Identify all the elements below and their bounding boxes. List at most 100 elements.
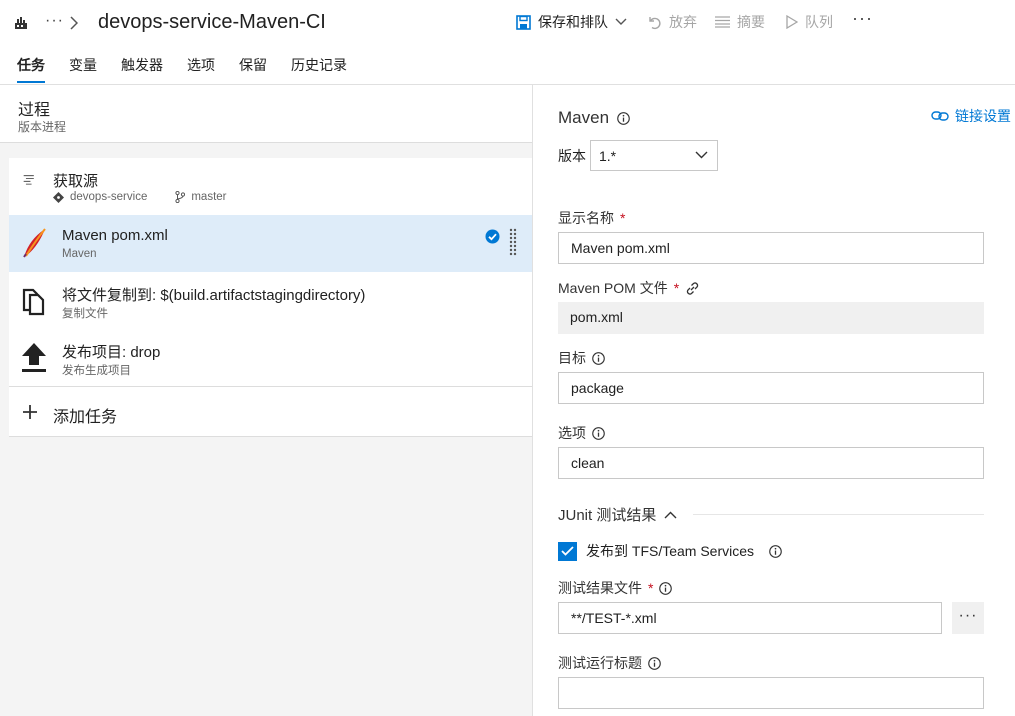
task-details-title: Maven bbox=[558, 108, 630, 128]
get-sources-item[interactable]: 获取源 devops-service master bbox=[9, 158, 532, 215]
check-circle-icon bbox=[485, 229, 500, 244]
add-task-label: 添加任务 bbox=[53, 409, 118, 426]
breadcrumb-more[interactable]: ··· bbox=[45, 12, 64, 30]
tab-tasks[interactable]: 任务 bbox=[17, 55, 45, 83]
version-value: 1.* bbox=[599, 148, 617, 164]
goals-input[interactable]: package bbox=[558, 372, 984, 404]
info-icon[interactable] bbox=[617, 111, 630, 125]
tab-history[interactable]: 历史记录 bbox=[291, 55, 347, 75]
process-header[interactable]: 过程 版本进程 bbox=[0, 85, 532, 143]
maven-feather-icon bbox=[23, 228, 46, 258]
pom-file-label-text: Maven POM 文件 bbox=[558, 280, 668, 296]
test-run-title-label: 测试运行标题 bbox=[558, 653, 661, 673]
task-pane: 过程 版本进程 获取源 devops-service master Maven … bbox=[0, 85, 533, 716]
task-copy-files[interactable]: 将文件复制到: $(build.artifactstagingdirectory… bbox=[9, 272, 532, 329]
repo-name: devops-service bbox=[70, 191, 148, 203]
task-name: 将文件复制到: $(build.artifactstagingdirectory… bbox=[62, 287, 366, 304]
repo-icon bbox=[53, 191, 64, 203]
version-select[interactable]: 1.* bbox=[590, 140, 718, 171]
publish-label: 发布到 TFS/Team Services bbox=[586, 543, 755, 559]
link-icon bbox=[931, 111, 949, 121]
pom-file-label: Maven POM 文件 * bbox=[558, 278, 700, 298]
task-details-pane: Maven 链接设置 版本 1.* 显示名称 * Maven pom.xml Ma… bbox=[534, 85, 1015, 716]
task-subtitle: 发布生成项目 bbox=[62, 365, 131, 377]
goals-label-text: 目标 bbox=[558, 350, 586, 366]
summary-label: 摘要 bbox=[737, 14, 765, 30]
queue-label: 队列 bbox=[805, 14, 833, 30]
get-sources-label: 获取源 bbox=[53, 173, 99, 190]
chevron-right-icon bbox=[70, 16, 78, 30]
info-icon[interactable] bbox=[659, 581, 673, 595]
options-label: 选项 bbox=[558, 423, 605, 443]
task-list: 获取源 devops-service master Maven pom.xml … bbox=[9, 158, 532, 437]
chevron-down-icon[interactable] bbox=[615, 18, 627, 26]
plus-icon bbox=[23, 405, 37, 419]
discard-label: 放弃 bbox=[669, 14, 697, 30]
source-meta: devops-service master bbox=[53, 191, 227, 203]
link-settings-button[interactable]: 链接设置 bbox=[931, 106, 1011, 126]
save-icon bbox=[516, 14, 531, 30]
test-results-files-label: 测试结果文件 * bbox=[558, 578, 673, 598]
undo-icon bbox=[649, 16, 661, 29]
add-task-button[interactable]: 添加任务 bbox=[9, 386, 532, 437]
process-title: 过程 bbox=[18, 102, 51, 119]
browse-button[interactable]: ··· bbox=[952, 602, 984, 634]
display-name-label-text: 显示名称 bbox=[558, 210, 614, 226]
options-input[interactable]: clean bbox=[558, 447, 984, 479]
test-results-files-input[interactable]: **/TEST-*.xml bbox=[558, 602, 942, 634]
section-divider bbox=[693, 514, 984, 515]
drag-handle-icon[interactable] bbox=[509, 228, 517, 256]
tab-variables[interactable]: 变量 bbox=[69, 55, 97, 75]
options-label-text: 选项 bbox=[558, 425, 586, 441]
build-pipeline-icon[interactable] bbox=[14, 16, 28, 30]
task-publish-artifact[interactable]: 发布项目: drop 发布生成项目 bbox=[9, 329, 532, 386]
test-results-files-label-text: 测试结果文件 bbox=[558, 580, 642, 596]
required-mark: * bbox=[673, 280, 680, 296]
task-subtitle: 复制文件 bbox=[62, 308, 108, 320]
publish-checkbox[interactable] bbox=[558, 541, 577, 561]
copy-files-icon bbox=[22, 288, 45, 316]
page-title: devops-service-Maven-CI bbox=[98, 11, 326, 33]
task-maven[interactable]: Maven pom.xml Maven bbox=[9, 215, 532, 272]
queue-button[interactable]: 队列 bbox=[786, 12, 833, 32]
process-subtitle: 版本进程 bbox=[18, 120, 67, 134]
branch-icon bbox=[175, 191, 186, 203]
version-label: 版本 bbox=[558, 148, 586, 164]
upload-icon bbox=[22, 343, 46, 372]
task-name: Maven pom.xml bbox=[62, 227, 168, 244]
more-actions-button[interactable]: ··· bbox=[852, 8, 873, 29]
save-and-queue-label: 保存和排队 bbox=[538, 14, 608, 30]
pom-file-input[interactable]: pom.xml bbox=[558, 302, 984, 334]
tab-triggers[interactable]: 触发器 bbox=[121, 55, 163, 75]
header: ··· devops-service-Maven-CI 保存和排队 放弃 摘要 … bbox=[0, 0, 1015, 85]
test-run-title-input[interactable] bbox=[558, 677, 984, 709]
task-type-label: Maven bbox=[558, 108, 610, 127]
discard-button[interactable]: 放弃 bbox=[647, 12, 697, 32]
tab-retention[interactable]: 保留 bbox=[239, 55, 267, 75]
link-icon[interactable] bbox=[685, 281, 700, 296]
link-settings-label: 链接设置 bbox=[955, 108, 1011, 124]
info-icon[interactable] bbox=[769, 544, 782, 558]
junit-section-header[interactable]: JUnit 测试结果 bbox=[558, 504, 984, 525]
display-name-input[interactable]: Maven pom.xml bbox=[558, 232, 984, 264]
tab-options[interactable]: 选项 bbox=[187, 55, 215, 75]
checkmark-icon bbox=[561, 546, 574, 556]
junit-section-label: JUnit 测试结果 bbox=[558, 507, 657, 524]
info-icon[interactable] bbox=[592, 426, 605, 440]
save-and-queue-button[interactable]: 保存和排队 bbox=[516, 12, 627, 32]
task-subtitle: Maven bbox=[62, 248, 97, 260]
display-name-label: 显示名称 * bbox=[558, 208, 625, 228]
list-icon bbox=[715, 16, 730, 28]
chevron-up-icon bbox=[664, 511, 677, 518]
branch-name: master bbox=[191, 191, 227, 203]
info-icon[interactable] bbox=[592, 351, 605, 365]
goals-label: 目标 bbox=[558, 348, 605, 368]
publish-checkbox-row[interactable]: 发布到 TFS/Team Services bbox=[558, 541, 782, 561]
summary-button[interactable]: 摘要 bbox=[715, 12, 765, 32]
required-mark: * bbox=[648, 580, 654, 596]
info-icon[interactable] bbox=[648, 656, 661, 670]
get-sources-icon bbox=[23, 175, 34, 185]
chevron-down-icon bbox=[695, 151, 708, 159]
test-run-title-label-text: 测试运行标题 bbox=[558, 655, 642, 671]
required-mark: * bbox=[620, 210, 626, 226]
